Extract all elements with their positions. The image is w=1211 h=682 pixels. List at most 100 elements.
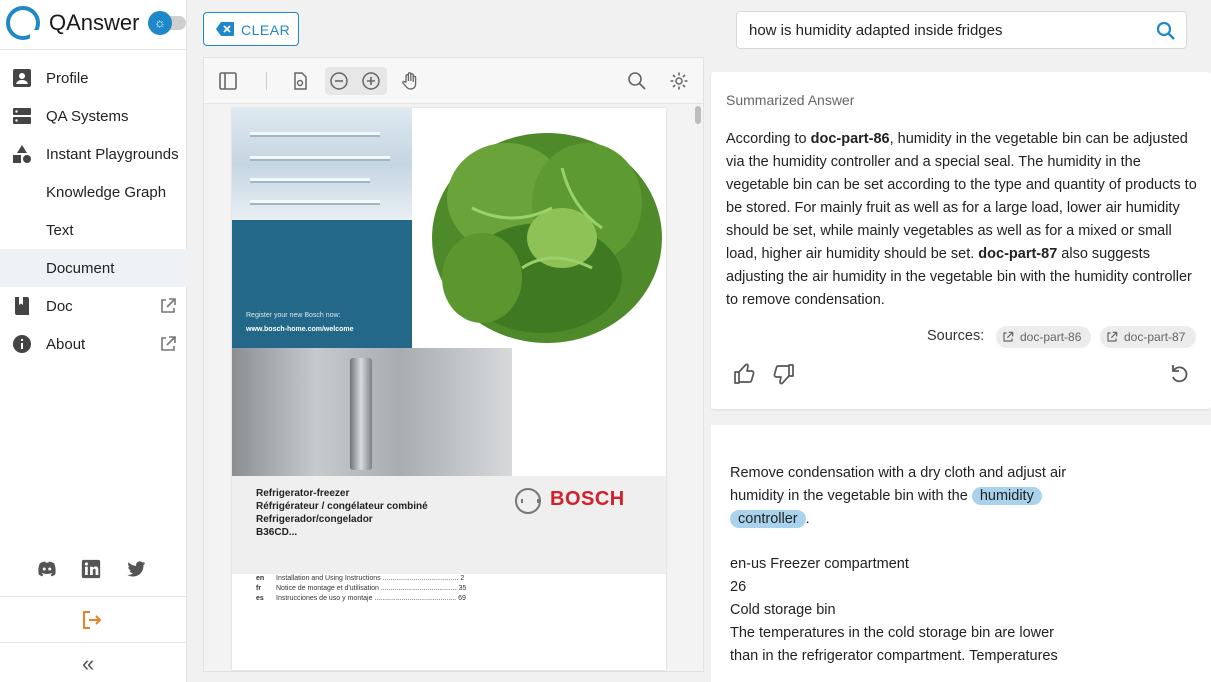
- sources-label: Sources:: [927, 328, 985, 344]
- toc-text: Notice de montage et d'utilisation .....…: [276, 585, 467, 592]
- pdf-page: Register your new Bosch now: www.bosch-h…: [232, 108, 666, 670]
- toc-text: Instrucciones de uso y montaje .........…: [276, 595, 466, 602]
- answer-segment: According to: [726, 131, 811, 147]
- answer-title: Summarized Answer: [726, 92, 855, 108]
- zoom-in-icon[interactable]: [361, 71, 381, 91]
- sidebar-item-label: Profile: [46, 70, 89, 87]
- external-link-icon: [161, 298, 176, 313]
- toc-lang: es: [256, 595, 264, 602]
- sidebar-divider: [0, 642, 187, 643]
- backspace-icon: [216, 22, 234, 36]
- toolbar-separator: [266, 72, 267, 90]
- search-icon[interactable]: [1156, 21, 1176, 41]
- fridge-shelf: [250, 200, 380, 205]
- zoom-out-icon[interactable]: [329, 71, 349, 91]
- passage-text: .: [805, 511, 810, 527]
- search-input[interactable]: [749, 20, 1149, 40]
- passage-text: humidity in the vegetable bin with the: [730, 488, 972, 504]
- pdf-toc: en Installation and Using Instructions ..…: [256, 574, 656, 604]
- model-line: Refrigerador/congelador: [256, 514, 373, 525]
- external-link-icon: [161, 336, 176, 351]
- pdf-search-icon[interactable]: [627, 71, 647, 91]
- passage-line: than in the refrigerator compartment. Te…: [730, 648, 1058, 664]
- fridge-shelf: [250, 156, 390, 161]
- theme-toggle[interactable]: ☼: [148, 11, 186, 35]
- sidebar-item-profile[interactable]: Profile: [0, 59, 187, 97]
- source-chip[interactable]: doc-part-87: [1100, 326, 1196, 348]
- passage-line: The temperatures in the cold storage bin…: [730, 625, 1055, 641]
- sidebar-item-label: Document: [46, 260, 115, 277]
- passage-line: Remove condensation with a dry cloth and…: [730, 465, 1067, 481]
- toc-row: es Instrucciones de uso y montaje .......…: [256, 594, 656, 604]
- model-titles: Refrigerator-freezer Réfrigérateur / con…: [256, 487, 428, 539]
- passage-line: en-us Freezer compartment: [730, 556, 909, 572]
- model-line: Réfrigérateur / congélateur combiné: [256, 501, 428, 512]
- fridge-interior-image: [232, 108, 412, 220]
- sidebar-item-label: Instant Playgrounds: [46, 146, 179, 163]
- sidebar-toggle-icon[interactable]: [218, 71, 238, 91]
- source-chip[interactable]: doc-part-86: [996, 326, 1091, 348]
- register-panel: Register your new Bosch now: www.bosch-h…: [232, 220, 412, 348]
- doc-reference[interactable]: doc-part-87: [978, 246, 1057, 262]
- answer-segment: , humidity in the vegetable bin can be a…: [726, 131, 1197, 262]
- logout-icon[interactable]: [80, 608, 104, 632]
- bosch-wordmark: BOSCH: [550, 488, 625, 510]
- brand-name: QAnswer: [49, 10, 140, 35]
- fridge-shelf: [250, 178, 370, 183]
- bosch-logo-icon: [515, 488, 541, 514]
- toc-text: Installation and Using Instructions ....…: [276, 575, 465, 582]
- toc-lang: en: [256, 575, 265, 582]
- highlight-term: controller: [730, 510, 806, 528]
- discord-icon[interactable]: [36, 558, 58, 580]
- clear-button[interactable]: CLEAR: [203, 12, 299, 46]
- sidebar-item-label: Text: [46, 222, 74, 239]
- sidebar-item-about[interactable]: About: [0, 325, 187, 363]
- passage-card: Remove condensation with a dry cloth and…: [711, 425, 1211, 682]
- sun-icon: ☼: [148, 11, 172, 35]
- profile-icon: [13, 69, 31, 87]
- toc-row: fr Notice de montage et d'utilisation ...…: [256, 584, 656, 594]
- register-text: Register your new Bosch now:: [246, 312, 341, 319]
- thumbs-up-icon[interactable]: [733, 362, 757, 386]
- qanswer-logo-icon: [6, 6, 40, 40]
- passage-line: humidity in the vegetable bin with the h…: [730, 487, 1042, 505]
- settings-gear-icon[interactable]: [669, 71, 689, 91]
- clear-button-label: CLEAR: [241, 22, 291, 38]
- source-chip-label: doc-part-86: [1020, 330, 1082, 344]
- sidebar-item-label: Doc: [46, 298, 73, 315]
- search-box: [736, 11, 1187, 49]
- pdf-scrollbar-thumb[interactable]: [695, 106, 701, 124]
- sidebar-item-instant-playgrounds[interactable]: Instant Playgrounds: [0, 135, 187, 173]
- pan-hand-icon[interactable]: [400, 71, 420, 91]
- sidebar: QAnswer ☼ Profile QA Systems Instant Pla…: [0, 0, 187, 682]
- linkedin-icon[interactable]: [80, 558, 102, 580]
- external-link-icon: [1003, 331, 1014, 342]
- door-handle: [350, 358, 372, 470]
- fridge-door-image: [232, 348, 512, 476]
- shapes-icon: [13, 145, 31, 163]
- brand-header: QAnswer ☼: [0, 0, 187, 50]
- model-line: B36CD...: [256, 527, 298, 538]
- register-url[interactable]: www.bosch-home.com/welcome: [246, 326, 354, 333]
- sidebar-item-document[interactable]: Document: [0, 249, 187, 287]
- sidebar-item-qa-systems[interactable]: QA Systems: [0, 97, 187, 135]
- refresh-icon[interactable]: [1168, 362, 1192, 386]
- sidebar-item-knowledge-graph[interactable]: Knowledge Graph: [0, 173, 187, 211]
- thumbs-down-icon[interactable]: [771, 362, 795, 386]
- doc-reference[interactable]: doc-part-86: [811, 131, 890, 147]
- pdf-toolbar: [204, 58, 703, 104]
- sidebar-divider: [0, 596, 187, 597]
- passage-line: Cold storage bin: [730, 602, 836, 618]
- twitter-icon[interactable]: [125, 558, 147, 580]
- fit-page-icon[interactable]: [290, 71, 310, 91]
- book-icon: [15, 297, 29, 315]
- lettuce-image: [412, 108, 666, 348]
- app-root: QAnswer ☼ Profile QA Systems Instant Pla…: [0, 0, 1211, 682]
- answer-text: According to doc-part-86, humidity in th…: [726, 128, 1198, 312]
- info-icon: [13, 335, 31, 353]
- fridge-shelf: [250, 132, 380, 137]
- toc-lang: fr: [256, 585, 262, 592]
- collapse-sidebar-icon[interactable]: «: [82, 652, 94, 676]
- sidebar-item-doc[interactable]: Doc: [0, 287, 187, 325]
- sidebar-item-text[interactable]: Text: [0, 211, 187, 249]
